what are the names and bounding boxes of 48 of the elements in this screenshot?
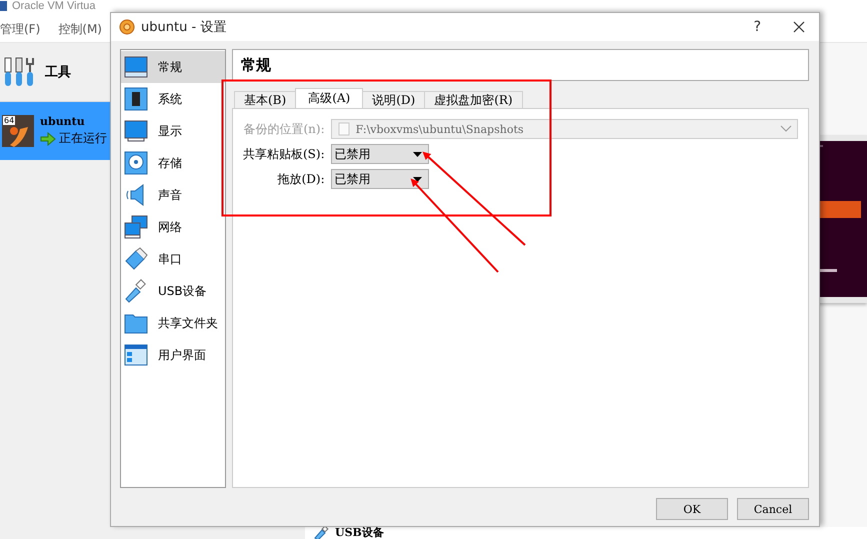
vm-name: ubuntu [40, 115, 86, 128]
monitor-icon [124, 119, 148, 143]
category-item[interactable]: USB设备 [121, 275, 225, 307]
tab[interactable]: 说明(D) [362, 91, 426, 108]
category-item[interactable]: 共享文件夹 [121, 307, 225, 339]
caret-icon [412, 176, 422, 182]
field-label: 拖放(D): [276, 170, 325, 188]
category-item[interactable]: 用户界面 [121, 339, 225, 371]
chevron-icon [780, 125, 792, 133]
category-item[interactable]: 串口 [121, 243, 225, 275]
window-title: Oracle VM Virtua [12, 0, 96, 12]
close-icon[interactable] [793, 21, 805, 33]
tab[interactable]: 虚拟盘加密(R) [424, 91, 523, 108]
window-icon [124, 343, 148, 367]
menu-item[interactable]: 管理(F) [0, 20, 40, 38]
field-label: 备份的位置(n): [243, 120, 325, 138]
chip-icon [124, 87, 148, 111]
category-item[interactable]: 存储 [121, 147, 225, 179]
dropdown[interactable]: 已禁用 [330, 169, 429, 189]
connector-icon [124, 247, 148, 271]
section-title: USB设备 [335, 527, 384, 539]
tools-label[interactable]: 工具 [45, 63, 71, 81]
dialog-button[interactable]: OK [656, 498, 728, 520]
tab[interactable]: 高级(A) [295, 88, 364, 108]
tab[interactable]: 基本(B) [234, 91, 296, 108]
dialog-button[interactable]: Cancel [737, 498, 809, 520]
category-item[interactable]: 网络 [121, 211, 225, 243]
arch-badge: 64 [3, 116, 16, 125]
tools-icon[interactable] [3, 56, 37, 88]
monitors-icon [124, 215, 148, 239]
caret-icon [412, 152, 422, 156]
field-label: 共享粘贴板(S): [243, 146, 325, 162]
window-title: ubuntu - 设置 [141, 19, 226, 36]
category-item[interactable]: 常规 [121, 51, 225, 83]
file-icon [338, 122, 350, 136]
usb-icon [124, 279, 148, 303]
vm-status: 正在运行 [59, 130, 107, 147]
arrow-icon [40, 132, 56, 146]
monitor-icon [124, 55, 148, 79]
help-button[interactable]: ? [748, 19, 767, 35]
category-item[interactable]: 声音 [121, 179, 225, 211]
category-item[interactable]: 系统 [121, 83, 225, 115]
vm-os-icon [2, 115, 34, 147]
category-item[interactable]: 显示 [121, 115, 225, 147]
dropdown[interactable]: 已禁用 [330, 144, 429, 164]
page-title: 常规 [232, 49, 809, 81]
gear-icon [119, 19, 135, 35]
menu-item[interactable]: 控制(M) [58, 20, 102, 38]
